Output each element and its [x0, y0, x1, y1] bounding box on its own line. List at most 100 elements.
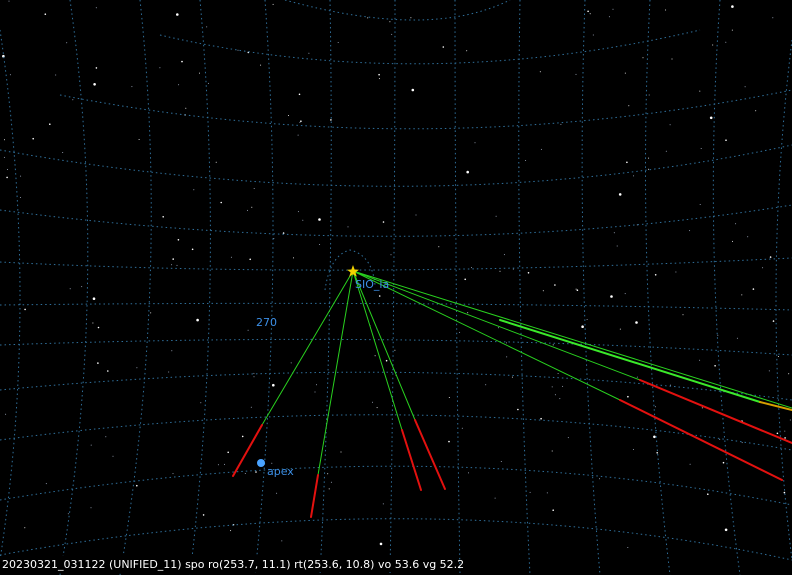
- star: [207, 82, 209, 84]
- star: [497, 327, 499, 329]
- star: [168, 371, 170, 373]
- star: [215, 161, 217, 163]
- star: [372, 401, 373, 403]
- star: [150, 312, 152, 314]
- star: [642, 57, 644, 59]
- star: [612, 8, 614, 10]
- star: [389, 21, 391, 23]
- star: [92, 297, 96, 301]
- star: [610, 295, 613, 298]
- star: [552, 344, 554, 346]
- star: [567, 437, 569, 439]
- star: [200, 402, 202, 404]
- star: [411, 88, 415, 92]
- star: [24, 527, 26, 529]
- star: [539, 71, 541, 73]
- star: [382, 221, 385, 223]
- star: [554, 284, 556, 286]
- star: [670, 384, 671, 386]
- star: [467, 312, 469, 314]
- star: [506, 342, 507, 344]
- star: [253, 188, 255, 189]
- star: [724, 528, 728, 532]
- star: [575, 73, 577, 75]
- star: [671, 58, 673, 60]
- star: [171, 264, 173, 266]
- star: [669, 124, 671, 126]
- azimuth-label: 270: [256, 316, 277, 329]
- star: [633, 175, 635, 177]
- star: [90, 444, 92, 446]
- apex-label: apex: [267, 465, 294, 478]
- star: [299, 121, 301, 123]
- star: [722, 461, 725, 464]
- star: [45, 483, 47, 485]
- star: [744, 86, 746, 88]
- star: [699, 359, 701, 361]
- star: [540, 417, 542, 420]
- star: [466, 50, 468, 52]
- star: [378, 78, 380, 80]
- star: [337, 42, 339, 43]
- star: [589, 13, 591, 15]
- star: [575, 288, 577, 290]
- star: [271, 462, 273, 464]
- star: [300, 120, 302, 122]
- star: [448, 440, 450, 443]
- star: [253, 376, 255, 378]
- star: [783, 491, 786, 494]
- star: [308, 52, 310, 54]
- star: [741, 294, 743, 296]
- star: [193, 189, 195, 191]
- star: [49, 123, 51, 125]
- star: [176, 13, 179, 16]
- star: [93, 83, 96, 86]
- star: [282, 232, 285, 234]
- star: [105, 436, 107, 438]
- dot-icon: [257, 459, 265, 467]
- star: [628, 105, 630, 107]
- star: [298, 93, 301, 96]
- star: [32, 137, 34, 140]
- star: [230, 256, 232, 258]
- star: [391, 33, 393, 35]
- star: [410, 17, 412, 19]
- star: [624, 72, 626, 74]
- star: [511, 376, 513, 378]
- apex-marker[interactable]: [257, 459, 265, 467]
- star: [499, 270, 501, 272]
- star: [768, 370, 770, 372]
- star: [717, 334, 719, 336]
- star: [244, 473, 246, 474]
- star: [613, 232, 615, 234]
- star: [789, 419, 791, 421]
- star: [247, 209, 248, 211]
- star: [314, 391, 316, 393]
- star: [632, 449, 634, 450]
- star: [136, 367, 138, 369]
- star: [185, 107, 187, 109]
- star: [772, 17, 774, 19]
- star: [95, 67, 98, 69]
- star: [3, 156, 5, 158]
- star: [689, 230, 691, 232]
- star: [700, 148, 702, 149]
- star: [608, 16, 610, 18]
- star: [442, 46, 445, 48]
- star: [741, 442, 743, 444]
- star: [587, 10, 589, 13]
- star: [619, 328, 621, 330]
- star: [542, 290, 544, 292]
- star: [327, 473, 329, 475]
- star: [253, 372, 255, 374]
- star: [599, 478, 600, 480]
- sky-view[interactable]: SIO_ia 270 apex 20230321_031122 (UNIFIED…: [0, 0, 792, 575]
- star: [529, 491, 531, 493]
- star: [707, 493, 709, 496]
- star: [290, 362, 292, 364]
- star: [318, 218, 321, 221]
- star: [635, 321, 638, 324]
- star: [176, 264, 178, 266]
- star: [378, 295, 381, 297]
- star: [178, 84, 180, 86]
